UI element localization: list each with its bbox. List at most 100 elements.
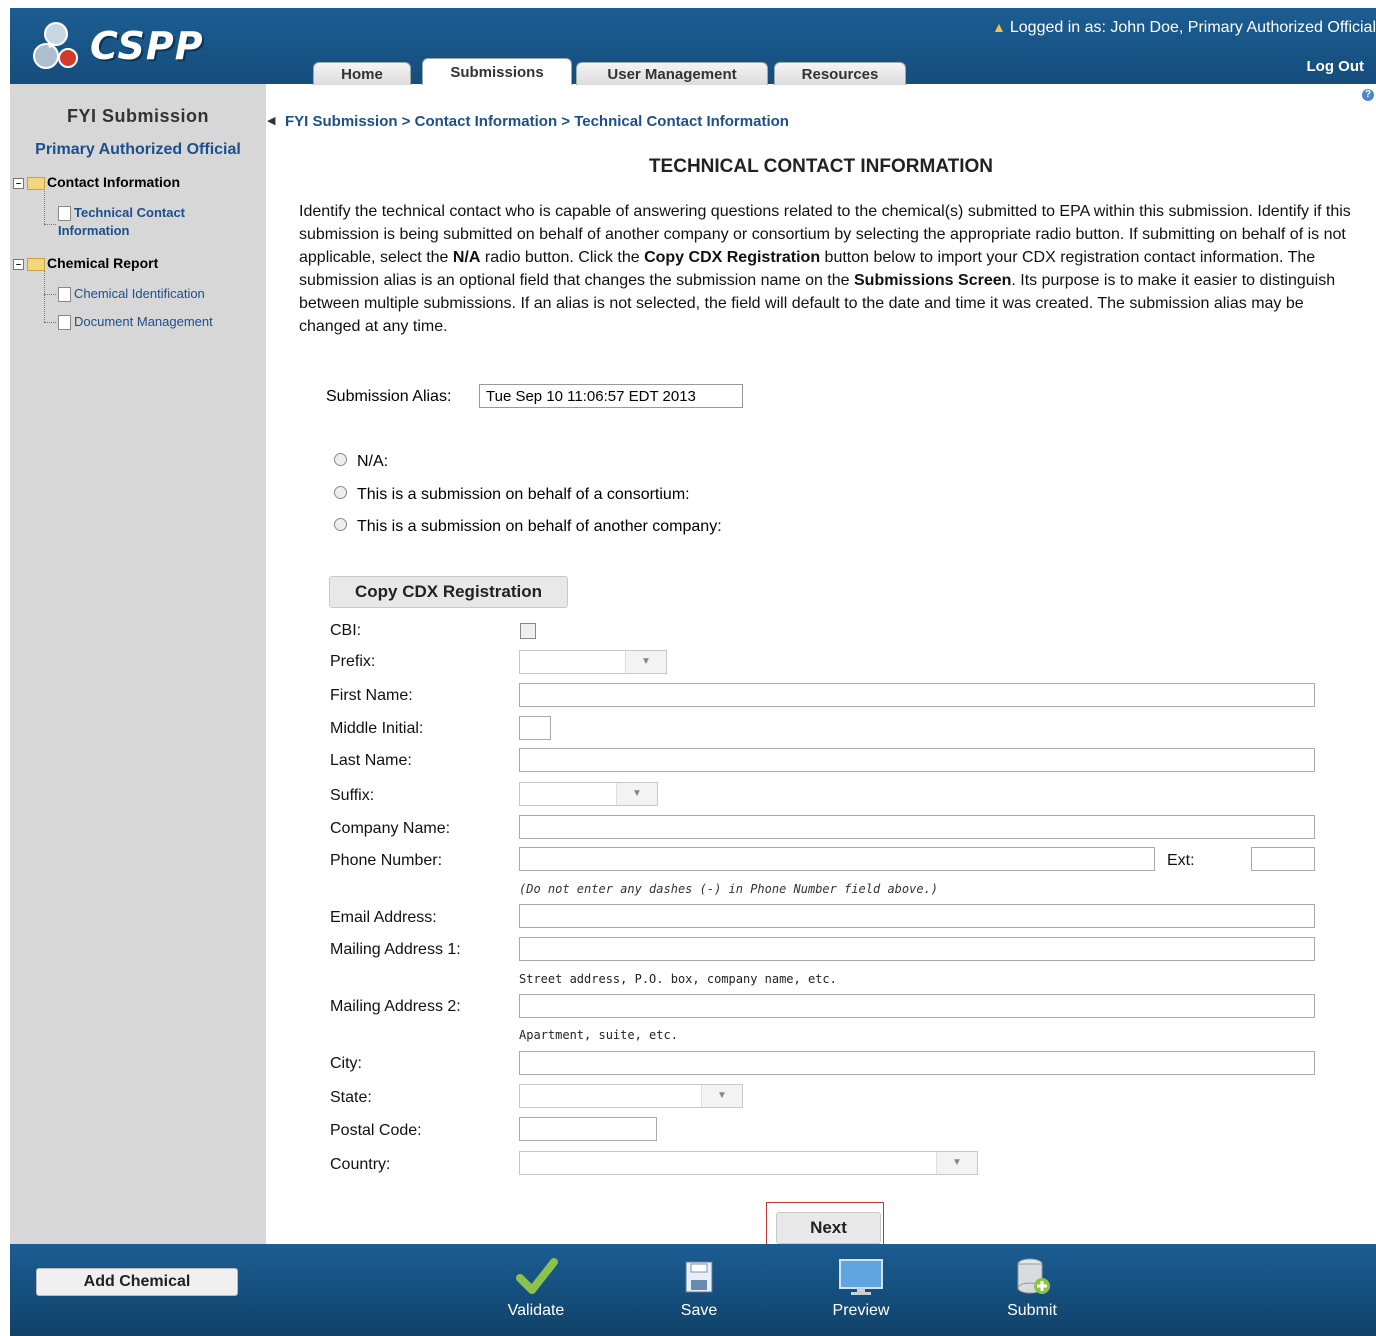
state-select[interactable]: ▼ (519, 1084, 743, 1108)
radio-consortium[interactable]: This is a submission on behalf of a cons… (334, 486, 690, 504)
cbi-checkbox[interactable] (520, 623, 536, 639)
help-icon[interactable]: ? (1362, 89, 1374, 101)
last-name-label: Last Name: (330, 752, 412, 769)
city-input[interactable] (519, 1051, 1315, 1075)
save-label: Save (680, 1302, 718, 1319)
intro-bold: Submissions Screen (854, 272, 1012, 289)
tab-home[interactable]: Home (313, 62, 411, 85)
tree-connector (44, 322, 56, 323)
next-button[interactable]: Next (776, 1212, 881, 1244)
database-add-icon (977, 1254, 1087, 1298)
tree-node-chemical-report[interactable]: – Chemical Report (13, 255, 158, 271)
collapse-icon[interactable]: – (13, 177, 24, 189)
collapse-sidebar-icon[interactable]: ◀ (267, 114, 275, 127)
company-name-label: Company Name: (330, 820, 451, 837)
tree-leaf-label: Chemical Identification (74, 286, 205, 301)
mailing-address-1-label: Mailing Address 1: (330, 941, 461, 958)
folder-icon (27, 257, 45, 271)
logo-text: CSPP (90, 24, 204, 68)
tree-node-label: Chemical Report (47, 255, 159, 271)
checkmark-icon (481, 1254, 591, 1298)
preview-label: Preview (832, 1302, 890, 1319)
first-name-label: First Name: (330, 687, 413, 704)
save-button[interactable]: Save (644, 1254, 754, 1320)
chevron-down-icon: ▼ (625, 651, 666, 673)
phone-number-input[interactable] (519, 847, 1155, 871)
logo-molecule-icon (33, 22, 78, 69)
validate-button[interactable]: Validate (481, 1254, 591, 1320)
chevron-down-icon: ▼ (936, 1152, 977, 1174)
email-label: Email Address: (330, 909, 437, 926)
document-icon (58, 315, 71, 331)
intro-bold: Copy CDX Registration (644, 249, 821, 266)
tree-connector (44, 188, 45, 224)
monitor-icon (806, 1254, 916, 1298)
tree-node-label: Contact Information (47, 174, 180, 190)
mailing-address-2-hint: Apartment, suite, etc. (519, 1028, 678, 1042)
logout-link[interactable]: Log Out (1307, 58, 1364, 75)
state-label: State: (330, 1089, 372, 1106)
floppy-disk-icon (644, 1254, 754, 1298)
radio-button[interactable] (334, 518, 347, 532)
country-select[interactable]: ▼ (519, 1151, 978, 1175)
radio-label: This is a submission on behalf of anothe… (357, 518, 722, 535)
tree-leaf-label: Document Management (74, 314, 213, 329)
middle-initial-input[interactable] (519, 716, 551, 740)
last-name-input[interactable] (519, 748, 1315, 772)
radio-na[interactable]: N/A: (334, 453, 388, 471)
tree-node-contact-information[interactable]: – Contact Information (13, 174, 180, 190)
tab-user-management[interactable]: User Management (576, 62, 768, 85)
mailing-address-2-input[interactable] (519, 994, 1315, 1018)
intro-text: radio button. Click the (480, 249, 645, 266)
email-input[interactable] (519, 904, 1315, 928)
tree-connector (44, 294, 56, 295)
radio-label: This is a submission on behalf of a cons… (357, 486, 690, 503)
tab-submissions[interactable]: Submissions (422, 58, 572, 85)
prefix-select[interactable]: ▼ (519, 650, 667, 674)
breadcrumb: FYI Submission > Contact Information > T… (285, 113, 789, 130)
tree-leaf-document-management[interactable]: Document Management (58, 313, 213, 331)
folder-icon (27, 176, 45, 190)
tree-connector (44, 270, 45, 322)
radio-label: N/A: (357, 453, 389, 470)
postal-code-input[interactable] (519, 1117, 657, 1141)
add-chemical-button[interactable]: Add Chemical (36, 1268, 238, 1296)
cbi-label: CBI: (330, 622, 362, 639)
sidebar: ◀ FYI Submission Primary Authorized Offi… (10, 84, 275, 1244)
mailing-address-2-label: Mailing Address 2: (330, 998, 461, 1015)
suffix-label: Suffix: (330, 787, 375, 804)
intro-paragraph: Identify the technical contact who is ca… (299, 200, 1359, 338)
suffix-select[interactable]: ▼ (519, 782, 658, 806)
collapse-icon[interactable]: – (13, 258, 24, 270)
prefix-label: Prefix: (330, 653, 376, 670)
radio-button[interactable] (334, 453, 347, 467)
submission-alias-input[interactable] (479, 384, 743, 408)
copy-cdx-registration-button[interactable]: Copy CDX Registration (329, 576, 568, 608)
sidebar-role: Primary Authorized Official (35, 141, 241, 158)
submit-button[interactable]: Submit (977, 1254, 1087, 1320)
preview-button[interactable]: Preview (806, 1254, 916, 1320)
logged-in-text: Logged in as: John Doe, Primary Authoriz… (1009, 19, 1376, 36)
radio-button[interactable] (334, 486, 347, 500)
intro-bold: N/A (452, 249, 481, 266)
sidebar-title: FYI Submission (66, 106, 210, 126)
country-label: Country: (330, 1156, 391, 1173)
phone-number-label: Phone Number: (330, 852, 443, 869)
validate-label: Validate (507, 1302, 565, 1319)
tab-resources[interactable]: Resources (774, 62, 906, 85)
company-name-input[interactable] (519, 815, 1315, 839)
submit-label: Submit (1007, 1302, 1057, 1319)
radio-another-company[interactable]: This is a submission on behalf of anothe… (334, 518, 722, 536)
first-name-input[interactable] (519, 683, 1315, 707)
tree-leaf-chemical-identification[interactable]: Chemical Identification (58, 285, 205, 303)
app-header: CSPP ▲ Logged in as: John Doe, Primary Au… (10, 8, 1376, 85)
ext-input[interactable] (1251, 847, 1315, 871)
mailing-address-1-input[interactable] (519, 937, 1315, 961)
middle-initial-label: Middle Initial: (330, 720, 424, 737)
chevron-down-icon: ▼ (616, 783, 657, 805)
tree-leaf-technical-contact-information[interactable]: Technical Contact Information (58, 204, 218, 240)
chevron-down-icon: ▼ (701, 1085, 742, 1107)
logged-in-status: ▲ Logged in as: John Doe, Primary Authori… (992, 19, 1376, 37)
cspp-logo[interactable]: CSPP (32, 20, 222, 72)
document-icon (58, 287, 71, 303)
